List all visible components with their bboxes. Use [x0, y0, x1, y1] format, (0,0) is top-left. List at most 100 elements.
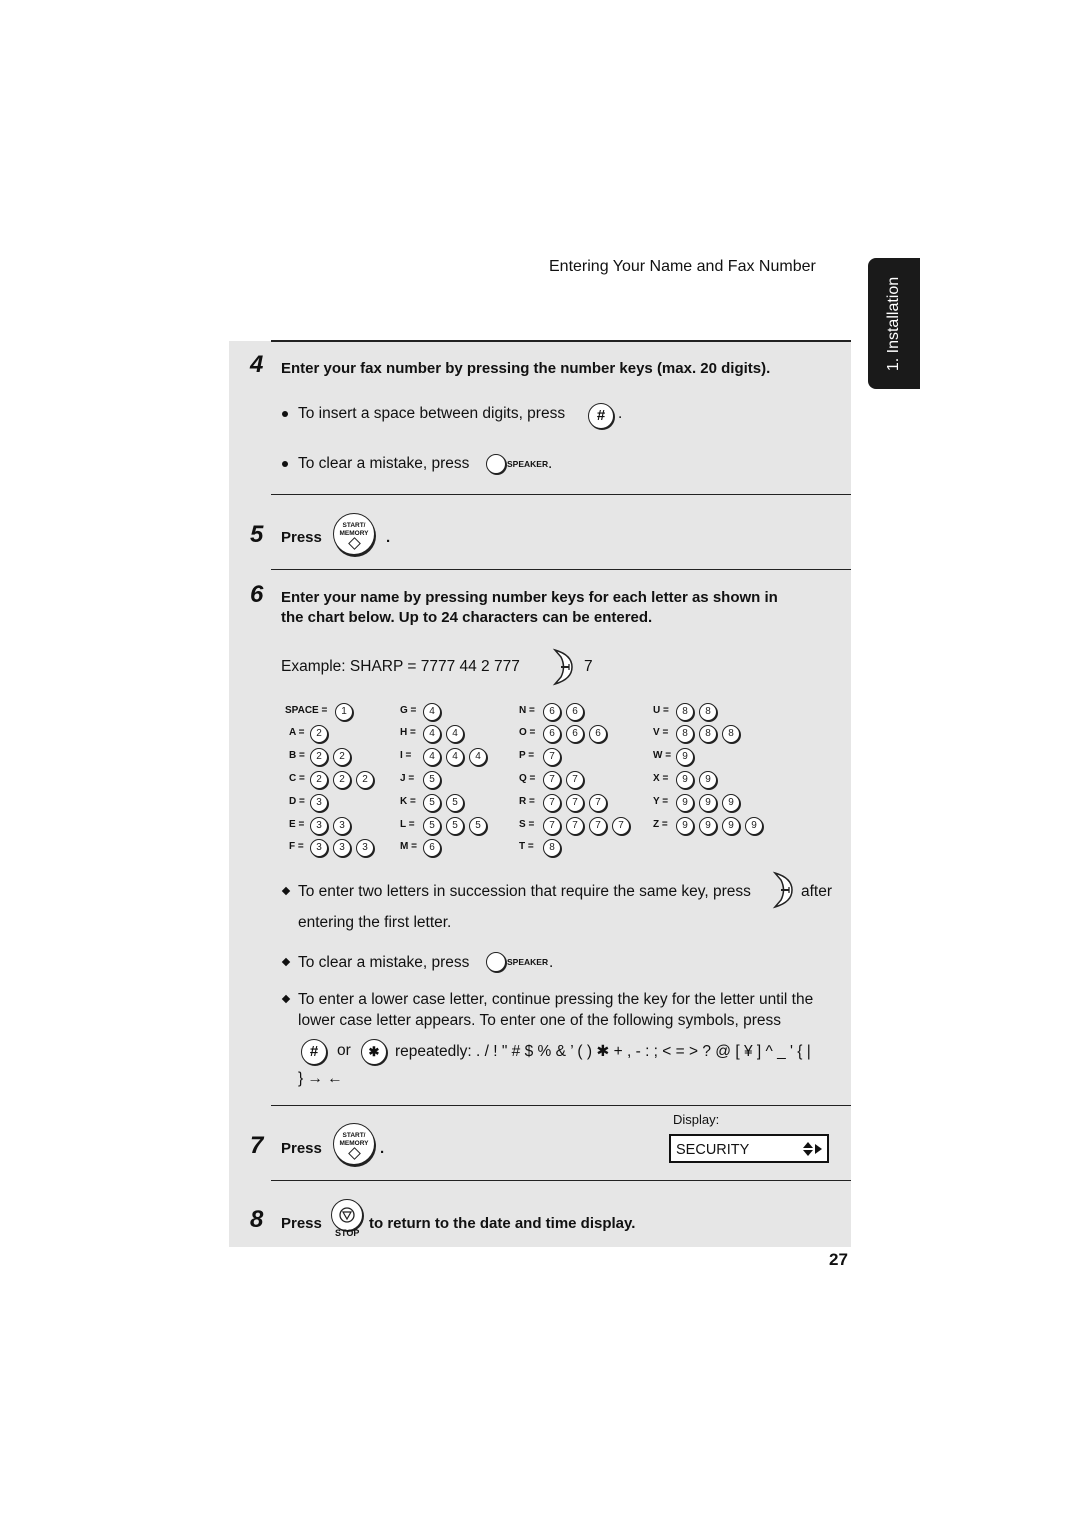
number-key-7-icon: 7: [566, 817, 584, 835]
chart-letter-label: B =: [289, 750, 305, 761]
chart-letter-label: Y =: [653, 796, 669, 807]
chart-letter-label: Q =: [519, 773, 536, 784]
speaker-key-icon: [486, 454, 506, 474]
number-key-2-icon: 2: [310, 748, 328, 766]
chart-letter-label: M =: [400, 841, 417, 852]
period: .: [618, 405, 623, 422]
number-key-3-icon: 3: [333, 817, 351, 835]
number-key-3-icon: 3: [333, 839, 351, 857]
step-5-press: Press: [281, 529, 322, 546]
number-key-5-icon: 5: [446, 817, 464, 835]
step-8-text: to return to the date and time display.: [369, 1215, 636, 1232]
number-key-8-icon: 8: [699, 703, 717, 721]
number-key-8-icon: 8: [722, 725, 740, 743]
period: .: [548, 455, 553, 472]
number-key-4-icon: 4: [469, 748, 487, 766]
chart-letter-label: X =: [653, 773, 669, 784]
number-key-7-icon: 7: [566, 771, 584, 789]
number-key-4-icon: 4: [446, 748, 464, 766]
lcd-display: SECURITY: [669, 1134, 829, 1163]
note-1-line-1: To enter two letters in succession that …: [298, 883, 751, 900]
number-key-7-icon: 7: [543, 748, 561, 766]
number-key-3-icon: 3: [310, 817, 328, 835]
start-memory-key-icon: START/ MEMORY: [333, 513, 375, 555]
speaker-key-icon: [486, 952, 506, 972]
chart-letter-label: T =: [519, 841, 534, 852]
divider-top: [271, 340, 851, 342]
step-7-number: 7: [250, 1132, 264, 1159]
number-key-9-icon: 9: [676, 748, 694, 766]
divider: [271, 1105, 851, 1106]
stop-key-label: STOP: [335, 1228, 360, 1238]
chart-letter-label: F =: [289, 841, 304, 852]
chart-letter-label: SPACE =: [285, 705, 328, 716]
number-key-9-icon: 9: [676, 771, 694, 789]
number-key-5-icon: 5: [469, 817, 487, 835]
display-label: Display:: [673, 1112, 720, 1127]
chart-letter-label: E =: [289, 819, 305, 830]
chart-letter-label: K =: [400, 796, 416, 807]
period: .: [549, 954, 554, 971]
start-diamond-icon: [347, 1147, 361, 1160]
start-diamond-icon: [347, 537, 361, 550]
number-key-9-icon: 9: [722, 794, 740, 812]
note-1-line-1-after: after: [801, 883, 833, 900]
number-key-8-icon: 8: [699, 725, 717, 743]
chart-letter-label: C =: [289, 773, 305, 784]
step-5-number: 5: [250, 521, 264, 548]
chart-letter-label: G =: [400, 705, 417, 716]
number-key-6-icon: 6: [543, 703, 561, 721]
note-3-line-2: lower case letter appears. To enter one …: [298, 1012, 782, 1029]
number-key-3-icon: 3: [310, 839, 328, 857]
star-key-icon: ✱: [361, 1039, 387, 1065]
step-4-bullet-1: To insert a space between digits, press: [298, 405, 566, 422]
start-memory-key-line1: START/: [342, 522, 366, 529]
number-key-4-icon: 4: [423, 748, 441, 766]
hash-key-icon: #: [301, 1039, 327, 1065]
chart-letter-label: Z =: [653, 819, 668, 830]
chart-letter-label: S =: [519, 819, 535, 830]
number-key-7-icon: 7: [589, 794, 607, 812]
note-1-line-2: entering the first letter.: [298, 914, 452, 931]
example-text: Example: SHARP = 7777 44 2 777: [281, 658, 520, 675]
lcd-display-value: SECURITY: [676, 1142, 750, 1158]
period: .: [386, 529, 391, 546]
advance-arrow-key-icon: [772, 871, 793, 909]
chart-letter-label: D =: [289, 796, 305, 807]
number-key-9-icon: 9: [745, 817, 763, 835]
number-key-6-icon: 6: [543, 725, 561, 743]
number-key-9-icon: 9: [699, 771, 717, 789]
number-key-2-icon: 2: [333, 771, 351, 789]
stop-key-icon: [331, 1199, 363, 1231]
chart-letter-label: L =: [400, 819, 415, 830]
speaker-key-label: SPEAKER: [507, 957, 549, 967]
chart-letter-label: U =: [653, 705, 669, 716]
step-4-number: 4: [250, 351, 264, 378]
number-key-2-icon: 2: [333, 748, 351, 766]
number-key-3-icon: 3: [356, 839, 374, 857]
number-key-8-icon: 8: [676, 703, 694, 721]
step-8-number: 8: [250, 1206, 264, 1233]
page-number: 27: [829, 1250, 848, 1269]
note-3-line-1: To enter a lower case letter, continue p…: [298, 991, 814, 1008]
number-key-1-icon: 1: [335, 703, 353, 721]
number-key-4-icon: 4: [423, 725, 441, 743]
number-key-5-icon: 5: [423, 817, 441, 835]
bullet-dot: [282, 411, 288, 417]
divider: [271, 569, 851, 570]
number-key-9-icon: 9: [722, 817, 740, 835]
page-header-title: Entering Your Name and Fax Number: [549, 258, 816, 275]
example-tail: 7: [584, 658, 593, 675]
number-key-5-icon: 5: [446, 794, 464, 812]
note-2: To clear a mistake, press: [298, 954, 470, 971]
chart-letter-label: P =: [519, 750, 535, 761]
number-key-6-icon: 6: [423, 839, 441, 857]
chapter-side-tab: 1. Installation: [868, 258, 920, 389]
step-6-heading-line-1: Enter your name by pressing number keys …: [281, 589, 778, 606]
number-key-5-icon: 5: [423, 794, 441, 812]
step-6-number: 6: [250, 581, 264, 608]
number-key-9-icon: 9: [699, 794, 717, 812]
number-key-8-icon: 8: [676, 725, 694, 743]
number-key-9-icon: 9: [676, 794, 694, 812]
number-key-6-icon: 6: [566, 703, 584, 721]
